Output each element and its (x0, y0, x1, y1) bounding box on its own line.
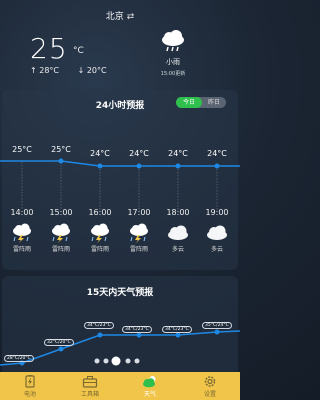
thunder-rain-icon (13, 223, 31, 243)
page-dot (134, 358, 140, 364)
page-dot (103, 358, 109, 364)
hourly-condition-label: 雷阵雨 (12, 246, 31, 253)
page-dot (94, 358, 100, 364)
toggle-yesterday-button[interactable]: 昨日 (202, 97, 226, 108)
toolbox-icon (82, 376, 98, 388)
daily-temp-point (175, 332, 181, 338)
hourly-condition-label: 多云 (210, 246, 223, 253)
hourly-temp-point (58, 158, 64, 164)
hourly-time-label: 16:00 (88, 208, 112, 217)
cloudy-icon (168, 225, 188, 240)
hourly-temp-label: 24°C (129, 149, 149, 158)
thunder-rain-icon (52, 223, 70, 243)
battery-icon (25, 375, 35, 388)
hourly-temp-label: 24°C (90, 149, 110, 158)
current-condition: 小雨 (166, 58, 180, 66)
hourly-condition-label: 雷阵雨 (90, 246, 109, 253)
tab-label: 设置 (203, 391, 216, 398)
weather-icon (143, 376, 156, 388)
hourly-temp-label: 24°C (168, 149, 188, 158)
hourly-temp-label: 24°C (207, 149, 227, 158)
page-indicator[interactable] (0, 356, 240, 366)
hourly-temp-label: 25°C (51, 145, 71, 154)
city-name: 北京 (105, 12, 124, 22)
tab-label: 天气 (143, 391, 156, 398)
hourly-condition-label: 雷阵雨 (129, 246, 148, 253)
temperature-unit: °C (73, 46, 84, 56)
daily-temp-tag: 35°C/24°C (202, 322, 232, 329)
cloudy-icon (207, 225, 227, 240)
swap-arrows-icon[interactable]: ⇄ (127, 12, 135, 22)
daily-forecast-title: 15天内天气预报 (86, 288, 154, 298)
page-dot-active (111, 356, 121, 366)
daily-temp-tag: 34°C/23°C (122, 326, 152, 333)
hourly-temp-line (0, 160, 240, 167)
rain-cloud-icon (162, 30, 184, 52)
hourly-condition-label: 多云 (171, 246, 184, 253)
hourly-temp-point (136, 163, 142, 169)
hourly-time-label: 15:00 (49, 208, 73, 217)
daily-temp-tag: 34°C/23°C (84, 322, 114, 329)
settings-gear-icon (204, 376, 216, 387)
hourly-temp-label: 25°C (12, 145, 32, 154)
toggle-today-button[interactable]: 今日 (176, 97, 202, 108)
thunder-rain-icon (130, 223, 148, 243)
hourly-temp-point (97, 163, 103, 169)
tab-label: 电池 (23, 391, 36, 398)
tab-label: 工具箱 (80, 391, 99, 398)
update-time: 15:00更新 (160, 71, 186, 77)
hourly-temp-point (214, 163, 220, 169)
hourly-time-label: 18:00 (166, 208, 190, 217)
hourly-time-label: 14:00 (10, 208, 34, 217)
high-low-temps: ↑ 28°C ↓ 20°C (30, 66, 123, 75)
hourly-time-label: 19:00 (205, 208, 229, 217)
tab-settings[interactable]: 设置 (180, 372, 240, 400)
city-selector[interactable]: 北京 ⇄ (0, 9, 240, 23)
daily-temp-point (97, 332, 103, 338)
hourly-gridlines (21, 162, 218, 210)
high-temp: ↑ 28°C (30, 66, 60, 75)
tab-battery[interactable]: 电池 (0, 372, 60, 400)
daily-temp-point (136, 332, 142, 338)
current-temperature: 25 (30, 32, 68, 65)
daily-temp-point (214, 329, 220, 335)
hourly-temp-point (175, 163, 181, 169)
tab-toolbox[interactable]: 工具箱 (60, 372, 120, 400)
daily-temp-tag: 34°C/23°C (162, 326, 192, 333)
low-temp: ↓ 20°C (77, 66, 107, 75)
tab-weather[interactable]: 天气 (120, 372, 180, 400)
thunder-rain-icon (91, 223, 109, 243)
hourly-time-label: 17:00 (127, 208, 151, 217)
page-dot (125, 358, 131, 364)
daily-temp-point (58, 346, 64, 352)
hourly-condition-label: 雷阵雨 (51, 246, 70, 253)
daily-temp-tag: 32°C/20°C (44, 339, 74, 346)
